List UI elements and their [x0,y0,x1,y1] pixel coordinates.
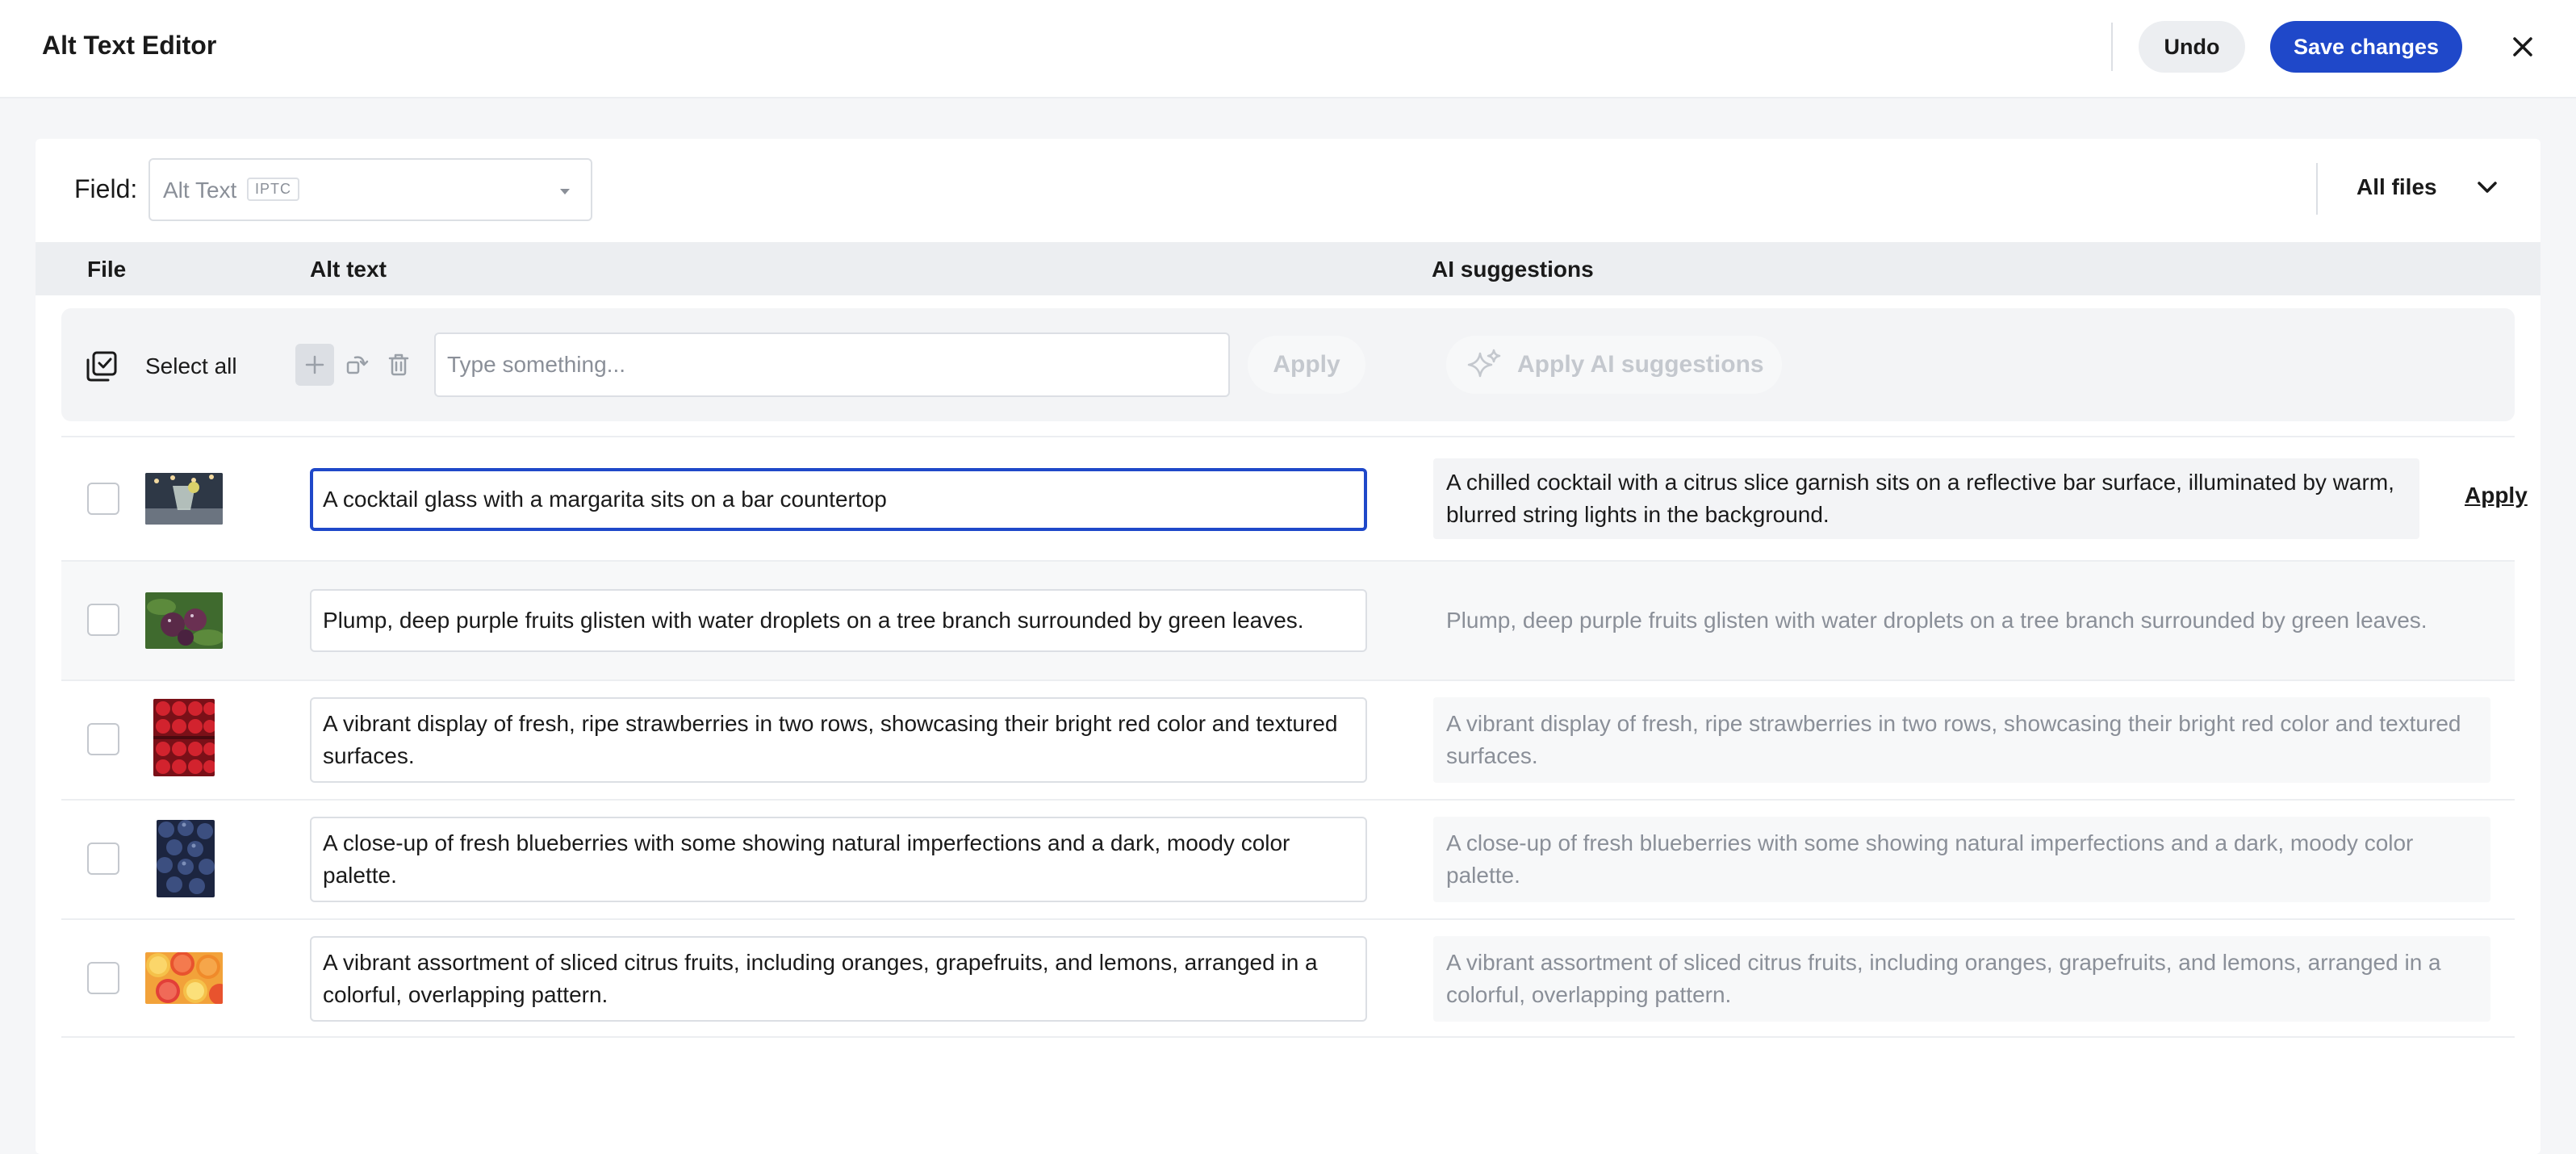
table-row: A close-up of fresh blueberries with som… [61,801,2515,918]
column-header-ai-suggestions: AI suggestions [1432,257,1594,282]
bulk-apply-button[interactable]: Apply [1248,336,1365,394]
replace-text-mode-button[interactable] [337,344,376,386]
add-text-mode-button[interactable] [295,344,334,386]
column-header-file: File [87,257,127,282]
bulk-edit-bar: Select all Type something... Apply Apply… [61,308,2515,421]
alt-text-field[interactable]: A vibrant assortment of sliced citrus fr… [310,936,1367,1022]
table-row: A cocktail glass with a margarita sits o… [61,437,2528,560]
alt-text-field[interactable]: A close-up of fresh blueberries with som… [310,817,1367,902]
ai-suggestion-text: A vibrant assortment of sliced citrus fr… [1433,936,2490,1022]
ai-suggestion-text: Plump, deep purple fruits glisten with w… [1446,608,2428,633]
plums-thumbnail [145,592,223,649]
ai-suggestion-text: A close-up of fresh blueberries with som… [1433,817,2490,902]
toolbar-divider [2316,163,2318,215]
column-header-alt-text: Alt text [310,257,387,282]
field-select[interactable]: Alt Text IPTC [148,158,592,221]
row-checkbox[interactable] [87,843,119,875]
trash-icon [388,353,409,376]
chevron-down-icon[interactable] [2476,179,2499,195]
caret-down-icon [560,189,570,194]
plus-icon [305,355,324,374]
strawberries-thumbnail [153,699,215,776]
editor-panel: Field: Alt Text IPTC All files File Alt … [36,139,2540,1154]
row-checkbox[interactable] [87,962,119,994]
citrus-thumbnail [145,952,223,1004]
cocktail-thumbnail [145,473,223,525]
row-checkbox[interactable] [87,604,119,636]
header-divider [2111,23,2113,71]
alt-text-field[interactable]: A cocktail glass with a margarita sits o… [310,468,1367,531]
ai-suggestion-text: A vibrant display of fresh, ripe strawbe… [1433,697,2490,783]
row-divider [61,1036,2515,1038]
all-files-filter[interactable]: All files [2356,174,2437,200]
iptc-badge: IPTC [247,178,300,201]
sparkle-icon [1467,349,1501,378]
undo-button[interactable]: Undo [2139,21,2245,73]
field-label: Field: [74,174,138,203]
row-checkbox[interactable] [87,723,119,755]
table-row: A vibrant assortment of sliced citrus fr… [61,920,2515,1036]
select-all-icon[interactable] [86,350,118,383]
close-icon [2513,37,2532,56]
bulk-text-input[interactable] [434,332,1230,397]
table-header: File Alt text AI suggestions [36,242,2540,295]
row-checkbox[interactable] [87,483,119,515]
field-select-value: Alt Text [163,178,237,203]
app-title: Alt Text Editor [42,31,217,60]
ai-suggestion-text: A chilled cocktail with a citrus slice g… [1433,458,2419,539]
apply-ai-suggestions-button[interactable]: Apply AI suggestions [1446,336,1782,394]
apply-ai-suggestions-label: Apply AI suggestions [1517,351,1764,378]
clear-text-mode-button[interactable] [379,344,418,386]
alt-text-field[interactable]: A vibrant display of fresh, ripe strawbe… [310,697,1367,783]
save-changes-button[interactable]: Save changes [2270,21,2462,73]
apply-suggestion-link[interactable]: Apply [2465,483,2528,508]
close-button[interactable] [2505,29,2540,65]
bulk-mode-group [295,344,418,386]
top-bar: Alt Text Editor Undo Save changes [0,0,2576,98]
table-row: Plump, deep purple fruits glisten with w… [61,562,2515,679]
blueberries-thumbnail [157,820,215,897]
alt-text-field[interactable]: Plump, deep purple fruits glisten with w… [310,589,1367,652]
table-row: A vibrant display of fresh, ripe strawbe… [61,681,2515,799]
swap-icon [346,356,369,374]
select-all-label[interactable]: Select all [145,353,237,379]
